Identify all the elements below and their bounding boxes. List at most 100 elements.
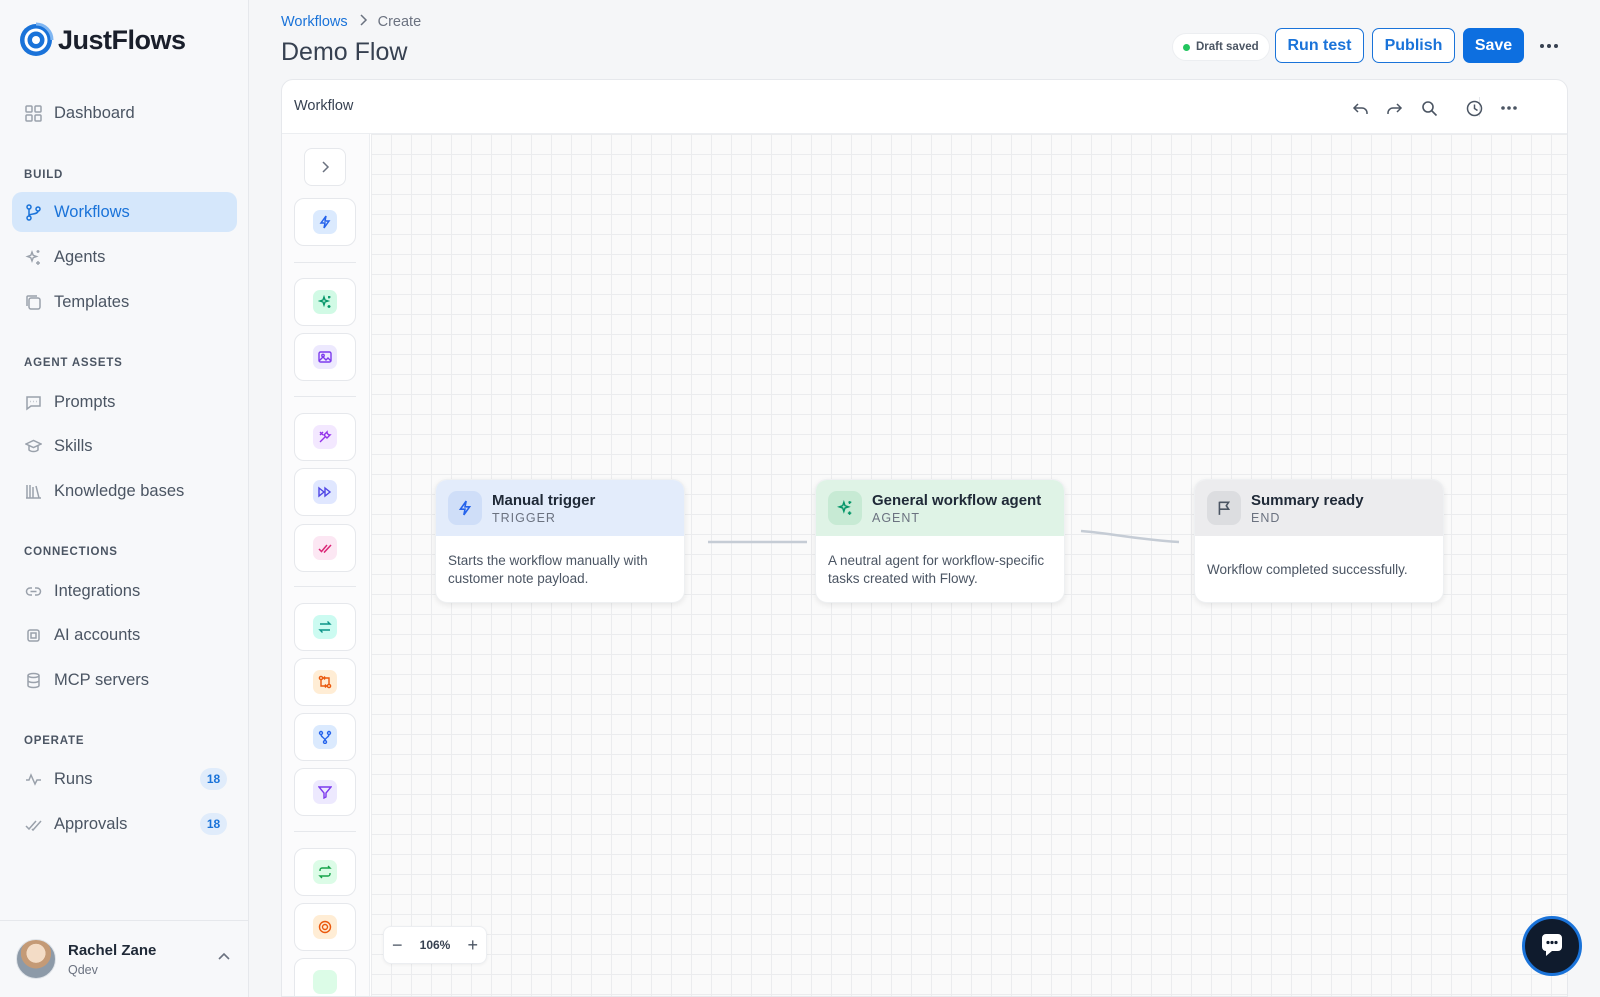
node-title: Manual trigger: [492, 491, 596, 509]
repeat-icon: [313, 860, 337, 884]
nav-prompts[interactable]: Prompts: [12, 382, 237, 422]
zoom-in-icon[interactable]: +: [467, 935, 478, 956]
more-options-icon[interactable]: [1535, 35, 1563, 57]
palette-forward-button[interactable]: [294, 468, 356, 516]
arrows-exchange-icon: [313, 615, 337, 639]
node-general-workflow-agent[interactable]: General workflow agent AGENT A neutral a…: [815, 479, 1065, 603]
palette-tools-button[interactable]: [294, 413, 356, 461]
node-title: General workflow agent: [872, 491, 1042, 509]
zoom-out-icon[interactable]: −: [392, 935, 403, 956]
redo-icon[interactable]: [1383, 97, 1405, 119]
sparkles-icon: [313, 290, 337, 314]
palette-compare-button[interactable]: [294, 658, 356, 706]
node-header: General workflow agent AGENT: [816, 480, 1064, 536]
section-operate: OPERATE: [24, 735, 85, 747]
bolt-icon: [313, 210, 337, 234]
tools-icon: [313, 425, 337, 449]
palette-divider: [294, 831, 356, 832]
palette-approval-button[interactable]: [294, 524, 356, 572]
palette-target-button[interactable]: [294, 903, 356, 951]
user-menu[interactable]: Rachel Zane Qdev: [0, 920, 249, 997]
nav-agents-label: Agents: [54, 247, 106, 266]
palette-divider: [294, 262, 356, 263]
panel-header: Workflow: [282, 80, 1567, 134]
zoom-level: 106%: [419, 938, 451, 952]
nav-knowledge-bases[interactable]: Knowledge bases: [12, 471, 237, 511]
breadcrumb-workflows-link[interactable]: Workflows: [281, 14, 348, 30]
graduation-cap-icon: [24, 437, 42, 455]
palette-more-button[interactable]: [294, 958, 356, 996]
palette-loop-button[interactable]: [294, 848, 356, 896]
user-org: Qdev: [68, 962, 98, 977]
palette-trigger-button[interactable]: [294, 198, 356, 246]
palette-transform-button[interactable]: [294, 603, 356, 651]
nav-ai-accounts[interactable]: AI accounts: [12, 615, 237, 655]
link-icon: [24, 582, 42, 600]
nav-skills[interactable]: Skills: [12, 426, 237, 466]
status-text: Draft saved: [1196, 41, 1259, 53]
check-double-icon: [24, 815, 42, 833]
branch-icon: [24, 203, 42, 221]
nav-dashboard-label: Dashboard: [54, 103, 135, 122]
git-compare-icon: [313, 670, 337, 694]
workflow-canvas[interactable]: Manual trigger TRIGGER Starts the workfl…: [371, 134, 1567, 996]
sparkles-icon: [828, 491, 862, 525]
chevron-up-icon[interactable]: [217, 950, 231, 969]
node-header: Manual trigger TRIGGER: [436, 480, 684, 536]
search-icon[interactable]: [1418, 97, 1440, 119]
palette-filter-button[interactable]: [294, 768, 356, 816]
flag-icon: [1207, 491, 1241, 525]
palette-agent-button[interactable]: [294, 278, 356, 326]
nav-agents[interactable]: Agents: [12, 237, 237, 277]
breadcrumb-current: Create: [377, 14, 422, 30]
branch-icon: [313, 725, 337, 749]
more-options-icon[interactable]: [1498, 97, 1520, 119]
node-header: Summary ready END: [1195, 480, 1443, 536]
section-build: BUILD: [24, 169, 64, 181]
node-description: Starts the workflow manually with custom…: [448, 553, 648, 586]
nav-integrations[interactable]: Integrations: [12, 571, 237, 611]
target-icon: [313, 915, 337, 939]
bolt-icon: [448, 491, 482, 525]
nav-dashboard[interactable]: Dashboard: [12, 93, 237, 133]
assistant-chat-button[interactable]: [1522, 916, 1582, 976]
node-title: Summary ready: [1251, 491, 1364, 509]
palette-image-button[interactable]: [294, 333, 356, 381]
nav-workflows[interactable]: Workflows: [12, 192, 237, 232]
filter-icon: [313, 780, 337, 804]
node-manual-trigger[interactable]: Manual trigger TRIGGER Starts the workfl…: [435, 479, 685, 603]
sidebar: JustFlows Dashboard BUILD Workflows Agen…: [0, 0, 249, 997]
palette-branch-button[interactable]: [294, 713, 356, 761]
page-title: Demo Flow: [281, 38, 408, 66]
chevron-right-icon: [358, 14, 368, 30]
panel-title: Workflow: [294, 98, 354, 114]
nav-mcp-servers[interactable]: MCP servers: [12, 660, 237, 700]
dashboard-icon: [24, 104, 42, 122]
nav-templates[interactable]: Templates: [12, 282, 237, 322]
nav-skills-label: Skills: [54, 436, 93, 455]
undo-icon[interactable]: [1349, 97, 1371, 119]
plus-icon: [313, 970, 337, 994]
nav-approvals-label: Approvals: [54, 814, 128, 833]
expand-palette-button[interactable]: [304, 148, 346, 186]
section-connections: CONNECTIONS: [24, 546, 118, 558]
check-double-icon: [313, 536, 337, 560]
nav-mcp-servers-label: MCP servers: [54, 670, 150, 689]
image-icon: [313, 345, 337, 369]
history-icon[interactable]: [1463, 97, 1485, 119]
palette-divider: [294, 396, 356, 397]
cpu-icon: [24, 626, 42, 644]
run-test-button[interactable]: Run test: [1275, 28, 1364, 63]
save-button[interactable]: Save: [1463, 28, 1524, 63]
node-type: TRIGGER: [492, 510, 556, 525]
sparkles-icon: [24, 248, 42, 266]
status-badge: Draft saved: [1172, 33, 1270, 61]
nav-runs[interactable]: Runs 18: [12, 759, 237, 799]
publish-button[interactable]: Publish: [1372, 28, 1455, 63]
nav-knowledge-bases-label: Knowledge bases: [54, 481, 185, 500]
node-summary-ready[interactable]: Summary ready END Workflow completed suc…: [1194, 479, 1444, 603]
app-logo[interactable]: JustFlows: [18, 22, 186, 58]
nav-prompts-label: Prompts: [54, 392, 116, 411]
fast-forward-icon: [313, 480, 337, 504]
nav-approvals[interactable]: Approvals 18: [12, 804, 237, 844]
